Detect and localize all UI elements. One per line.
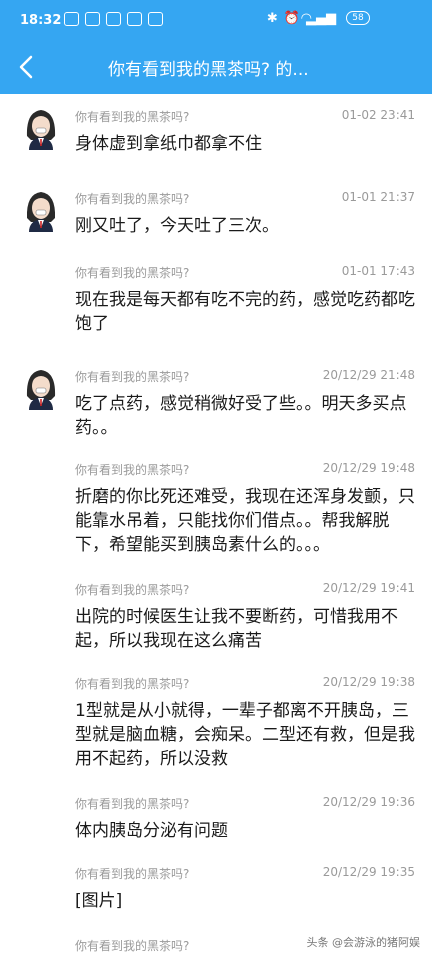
message-sender: 你有看到我的黑茶吗? xyxy=(75,939,190,953)
message-time: 20/12/29 19:36 xyxy=(322,795,415,809)
battery-indicator: 58 xyxy=(346,11,370,25)
status-bar: 18:32 ✱ ⏰ ▂▄▆ ◠ 58 xyxy=(0,0,432,40)
notification-icon xyxy=(127,12,142,26)
notification-icon xyxy=(148,12,163,26)
watermark: 头条 @会游泳的猪阿娱 xyxy=(306,936,421,949)
message-time: 20/12/29 19:35 xyxy=(322,865,415,879)
page-title: 你有看到我的黑茶吗? 的... xyxy=(108,60,309,80)
notification-icon xyxy=(64,12,79,26)
message-sender: 你有看到我的黑茶吗? xyxy=(75,583,190,597)
message-text: 体内胰岛分泌有问题 xyxy=(75,821,228,841)
message-text: 现在我是每天都有吃不完的药，感觉吃药都吃饱了 xyxy=(75,290,415,334)
message-time: 20/12/29 21:48 xyxy=(322,368,415,382)
message-text: 1型就是从小就得，一辈子都离不开胰岛，三型就是脑血糖，会痴呆。二型还有救，但是我… xyxy=(75,701,415,769)
bluetooth-icon: ✱ xyxy=(266,11,278,26)
message-time: 20/12/29 19:38 xyxy=(322,675,415,689)
message-sender: 你有看到我的黑茶吗? xyxy=(75,266,190,280)
message-text: [图片] xyxy=(75,891,123,911)
message-time: 20/12/29 19:48 xyxy=(322,461,415,475)
avatar[interactable] xyxy=(24,188,58,232)
message-sender: 你有看到我的黑茶吗? xyxy=(75,677,190,691)
avatar[interactable] xyxy=(24,106,58,150)
status-time: 18:32 xyxy=(20,13,62,28)
message-time: 20/12/29 19:41 xyxy=(322,581,415,595)
alarm-icon: ⏰ xyxy=(283,11,300,26)
message-sender: 你有看到我的黑茶吗? xyxy=(75,110,190,124)
notification-icon xyxy=(85,12,100,26)
message-sender: 你有看到我的黑茶吗? xyxy=(75,797,190,811)
message-text: 出院的时候医生让我不要断药，可惜我用不起，所以我现在这么痛苦 xyxy=(75,607,398,651)
notification-icons xyxy=(64,12,163,26)
message-time: 01-01 21:37 xyxy=(341,190,415,204)
message-text: 刚又吐了，今天吐了三次。 xyxy=(75,216,279,236)
message-sender: 你有看到我的黑茶吗? xyxy=(75,370,190,384)
message-time: 01-01 17:43 xyxy=(341,264,415,278)
message-sender: 你有看到我的黑茶吗? xyxy=(75,192,190,206)
message-time: 01-02 23:41 xyxy=(341,108,415,122)
message-text: 折磨的你比死还难受，我现在还浑身发颤，只能靠水吊着，只能找你们借点。。帮我解脱下… xyxy=(75,487,415,555)
nav-bar: 你有看到我的黑茶吗? 的... xyxy=(0,40,432,94)
wifi-icon: ◠ xyxy=(300,11,312,26)
notification-icon xyxy=(106,12,121,26)
back-arrow-icon[interactable] xyxy=(14,54,40,80)
message-sender: 你有看到我的黑茶吗? xyxy=(75,463,190,477)
message-text: 身体虚到拿纸巾都拿不住 xyxy=(75,134,262,154)
message-text: 吃了点药，感觉稍微好受了些。。明天多买点药。。 xyxy=(75,394,407,438)
message-sender: 你有看到我的黑茶吗? xyxy=(75,867,190,881)
avatar[interactable] xyxy=(24,366,58,410)
